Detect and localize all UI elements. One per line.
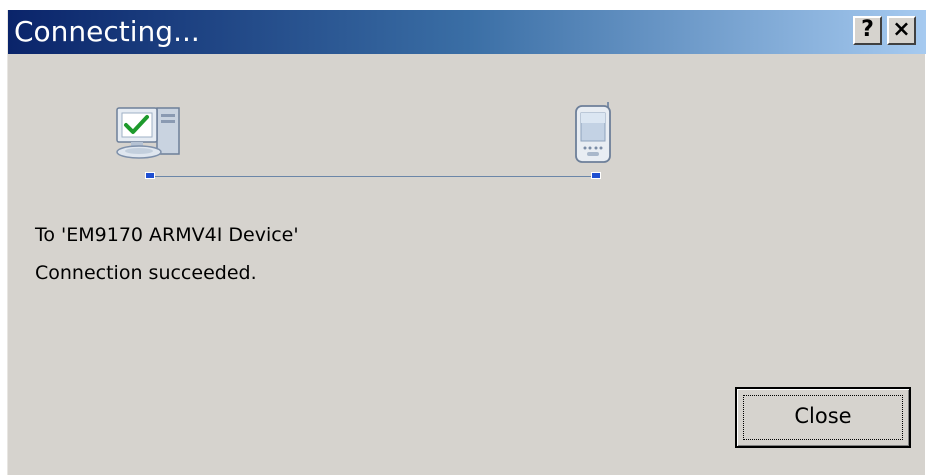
pocket-pc-device-icon [575, 102, 611, 163]
connection-status-text: Connection succeeded. [35, 262, 257, 284]
target-port-indicator [591, 172, 601, 179]
connecting-dialog: Connecting... ? × To 'EM9170 ARMV4I Devi… [7, 10, 926, 475]
connection-line [148, 176, 598, 177]
target-device-text: To 'EM9170 ARMV4I Device' [35, 224, 299, 246]
window-close-button[interactable]: × [887, 16, 916, 45]
close-button-label: Close [794, 404, 852, 428]
desktop-computer-icon [116, 107, 180, 159]
title-bar: Connecting... ? × [8, 10, 926, 54]
window-title: Connecting... [14, 15, 200, 48]
close-button[interactable]: Close [735, 387, 911, 448]
source-port-indicator [145, 172, 155, 179]
help-button[interactable]: ? [853, 16, 882, 45]
